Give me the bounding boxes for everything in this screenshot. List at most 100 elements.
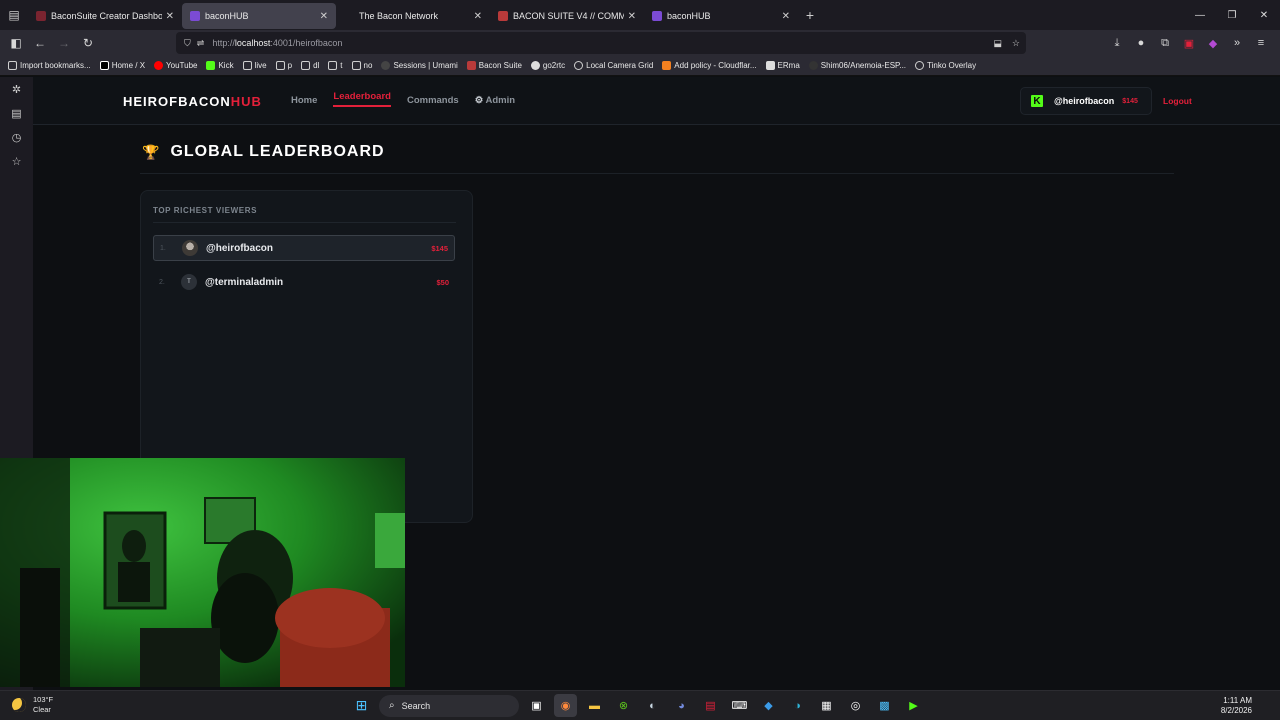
reload-icon[interactable]: ↻ xyxy=(76,31,100,55)
logout-button[interactable]: Logout xyxy=(1163,96,1192,106)
new-tab-button[interactable]: + xyxy=(798,7,822,23)
bookmark-label: Tinko Overlay xyxy=(927,61,977,70)
viewer-name: @terminaladmin xyxy=(205,276,284,288)
bookmark-label: YouTube xyxy=(166,61,198,70)
bookmark-folder[interactable]: live xyxy=(242,61,267,70)
back-icon[interactable]: ← xyxy=(28,31,52,55)
youtube-icon xyxy=(154,61,164,70)
shield-icon[interactable]: ⛉ xyxy=(184,38,191,49)
taskbar-search[interactable]: ⌕ Search xyxy=(379,694,519,717)
close-window-icon[interactable]: ✕ xyxy=(1248,0,1280,30)
page-title: 🏆 GLOBAL LEADERBOARD xyxy=(142,143,385,161)
bookmark-item[interactable]: Home / X xyxy=(99,61,146,70)
bookmark-item[interactable]: ERma xyxy=(765,61,800,70)
leaderboard-row[interactable]: 2. T @terminaladmin $50 xyxy=(153,269,455,295)
rank-number: 1. xyxy=(160,244,166,252)
bookmarks-star-icon[interactable]: ☆ xyxy=(0,149,33,173)
bookmark-item[interactable]: YouTube xyxy=(154,61,197,70)
star-icon[interactable]: ☆ xyxy=(1012,38,1020,49)
page-info-icon[interactable]: ⇌ xyxy=(197,38,205,49)
app-blue-icon[interactable]: ▩ xyxy=(873,694,896,717)
bookmark-item[interactable]: Kick xyxy=(206,61,234,70)
tab-3[interactable]: BACON SUITE V4 // COMMAND ✕ xyxy=(490,3,644,29)
bacon-icon xyxy=(466,61,476,70)
close-icon[interactable]: ✕ xyxy=(628,11,636,22)
sidebar-toggle-icon[interactable]: ◧ xyxy=(4,31,28,55)
site-logo[interactable]: HEIROFBACONHUB xyxy=(123,94,262,109)
nav-admin[interactable]: ⚙ Admin xyxy=(475,95,515,107)
taskbar: 103°F Clear ⊞ ⌕ Search ▣ ◉ ▬ ⊗ ◐ ◕ ▤ ⌨ ◆… xyxy=(0,690,1280,720)
overflow-icon[interactable]: » xyxy=(1226,32,1248,54)
edge-icon[interactable]: ◑ xyxy=(786,694,809,717)
extension-badge-icon[interactable]: ▣ xyxy=(1178,32,1200,54)
save-page-icon[interactable]: ⬓ xyxy=(993,38,1002,49)
cloudflare-icon xyxy=(662,61,672,70)
app-red-icon[interactable]: ▤ xyxy=(699,694,722,717)
notepad-icon[interactable]: ▦ xyxy=(815,694,838,717)
xbox-icon[interactable]: ⊗ xyxy=(612,694,635,717)
clock[interactable]: 1:11 AM 8/2/2026 xyxy=(1221,696,1252,716)
tab-1[interactable]: baconHUB ✕ xyxy=(182,3,336,29)
close-icon[interactable]: ✕ xyxy=(474,11,482,22)
bookmark-label: Add policy - Cloudflar... xyxy=(674,61,757,70)
nav-home[interactable]: Home xyxy=(291,95,317,107)
discord-icon[interactable]: ◕ xyxy=(670,694,693,717)
vscode-icon[interactable]: ◆ xyxy=(757,694,780,717)
history-icon[interactable]: ◷ xyxy=(0,125,33,149)
bookmark-item[interactable]: Import bookmarks... xyxy=(8,61,91,70)
nav-leaderboard[interactable]: Leaderboard xyxy=(333,91,391,107)
bookmark-folder[interactable]: p xyxy=(275,61,292,70)
divider xyxy=(140,173,1174,174)
bookmark-item[interactable]: Sessions | Umami xyxy=(381,61,458,70)
bookmark-folder[interactable]: t xyxy=(328,61,343,70)
url-bar[interactable]: ⛉ ⇌ http://localhost:4001/heirofbacon ⬓ … xyxy=(176,32,1026,54)
tab-0[interactable]: BaconSuite Creator Dashboard ✕ xyxy=(28,3,182,29)
bookmark-label: Home / X xyxy=(111,61,146,70)
tab-4[interactable]: baconHUB ✕ xyxy=(644,3,798,29)
minimize-icon[interactable]: — xyxy=(1184,0,1216,30)
terminal-icon[interactable]: ⌨ xyxy=(728,694,751,717)
profile-icon[interactable]: ● xyxy=(1130,32,1152,54)
menu-icon[interactable]: ≡ xyxy=(1250,32,1272,54)
ai-chat-icon[interactable]: ✲ xyxy=(0,77,33,101)
bookmark-folder[interactable]: no xyxy=(351,61,372,70)
logo-hub: HUB xyxy=(230,94,262,109)
close-icon[interactable]: ✕ xyxy=(320,11,328,22)
leaderboard-row[interactable]: 1. @heirofbacon $145 xyxy=(153,235,455,261)
viewer-balance: $50 xyxy=(436,277,449,287)
obs-icon[interactable]: ◎ xyxy=(844,694,867,717)
app-green-icon[interactable]: ▶ xyxy=(902,694,925,717)
bookmark-folder[interactable]: dl xyxy=(301,61,319,70)
bookmark-item[interactable]: Shim06/Anemoia-ESP... xyxy=(808,61,906,70)
tab-2[interactable]: The Bacon Network ✕ xyxy=(336,3,490,29)
synced-tabs-icon[interactable]: ▤ xyxy=(0,101,33,125)
restore-icon[interactable]: ❐ xyxy=(1216,0,1248,30)
bookmark-item[interactable]: Add policy - Cloudflar... xyxy=(662,61,757,70)
kick-icon xyxy=(206,61,216,70)
bookmark-item[interactable]: Local Camera Grid xyxy=(574,61,653,70)
extensions-icon[interactable]: ⧉ xyxy=(1154,32,1176,54)
bookmark-item[interactable]: go2rtc xyxy=(530,61,565,70)
download-icon[interactable]: ⤓ xyxy=(1106,32,1128,54)
windows-start-icon[interactable]: ⊞ xyxy=(350,694,373,717)
bookmark-item[interactable]: Tinko Overlay xyxy=(915,61,976,70)
folder-icon xyxy=(301,61,311,70)
close-icon[interactable]: ✕ xyxy=(166,11,174,22)
forward-icon[interactable]: → xyxy=(52,31,76,55)
steam-icon[interactable]: ◐ xyxy=(641,694,664,717)
file-explorer-icon[interactable]: ▬ xyxy=(583,694,606,717)
bookmark-label: t xyxy=(340,61,343,70)
nav-commands[interactable]: Commands xyxy=(407,95,459,107)
folder-icon xyxy=(351,61,361,70)
tab-list-icon[interactable]: ▤ xyxy=(0,0,28,30)
moon-icon xyxy=(12,698,26,712)
close-icon[interactable]: ✕ xyxy=(782,11,790,22)
bookmark-item[interactable]: Bacon Suite xyxy=(466,61,522,70)
weather-widget[interactable]: 103°F Clear xyxy=(12,695,53,715)
extension-purple-icon[interactable]: ◆ xyxy=(1202,32,1224,54)
webcam-overlay xyxy=(0,458,405,687)
user-pill[interactable]: K @heirofbacon $145 xyxy=(1020,87,1152,115)
firefox-icon[interactable]: ◉ xyxy=(554,694,577,717)
task-view-icon[interactable]: ▣ xyxy=(525,694,548,717)
date: 8/2/2026 xyxy=(1220,706,1252,715)
